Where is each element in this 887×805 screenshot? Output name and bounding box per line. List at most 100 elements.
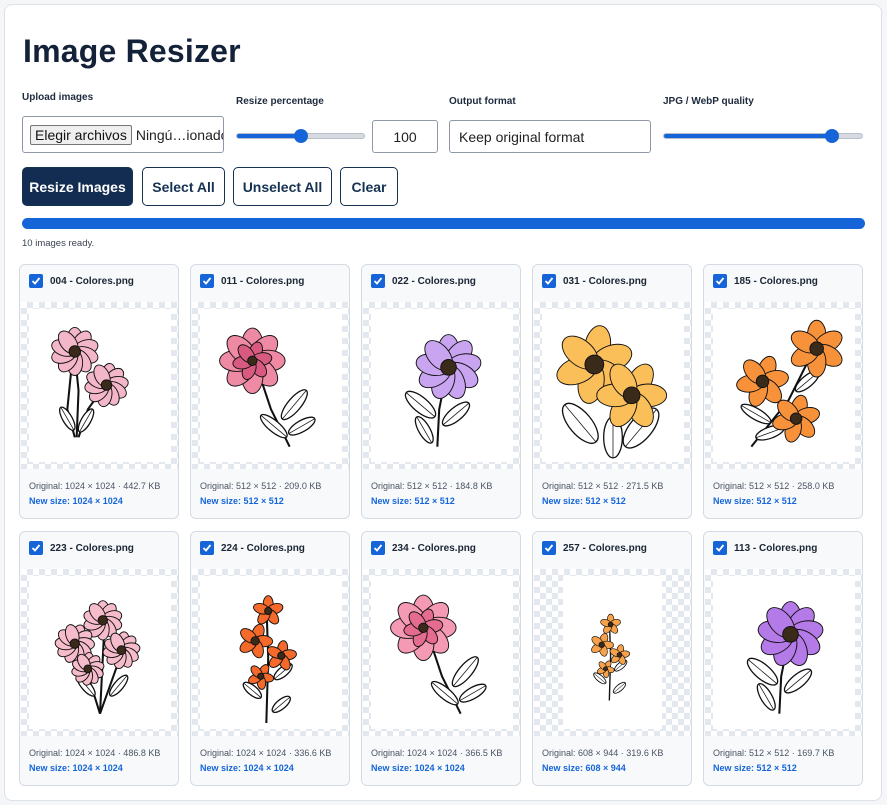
resize-slider-thumb[interactable] — [293, 129, 308, 143]
status-text: 10 images ready. — [22, 238, 95, 249]
quality-slider-thumb[interactable] — [825, 129, 840, 143]
resize-percentage-slider[interactable] — [236, 129, 365, 143]
select-checkbox[interactable] — [29, 541, 43, 555]
file-name: 185 - Colores.png — [734, 276, 818, 287]
resize-percentage-input[interactable]: 100 — [372, 120, 438, 153]
select-checkbox[interactable] — [371, 274, 385, 288]
original-size-text: Original: 512 × 512 · 258.0 KB — [713, 481, 835, 491]
new-size-text: New size: 1024 × 1024 — [200, 763, 294, 773]
file-name: 031 - Colores.png — [563, 276, 647, 287]
flower-illustration — [735, 319, 843, 447]
select-checkbox[interactable] — [542, 541, 556, 555]
flower-illustration — [54, 599, 140, 714]
new-size-text: New size: 512 × 512 — [713, 763, 797, 773]
image-thumbnail — [199, 309, 342, 462]
check-icon — [202, 277, 212, 285]
image-thumbnail — [712, 576, 855, 729]
original-size-text: Original: 512 × 512 · 271.5 KB — [542, 481, 664, 491]
image-preview-area — [705, 569, 862, 736]
new-size-text: New size: 1024 × 1024 — [29, 763, 123, 773]
flower-illustration — [389, 594, 487, 714]
resize-slider-fill — [237, 134, 301, 138]
check-icon — [373, 277, 383, 285]
resize-images-button[interactable]: Resize Images — [22, 167, 133, 206]
image-thumbnail — [370, 576, 513, 729]
check-icon — [373, 544, 383, 552]
select-checkbox[interactable] — [200, 541, 214, 555]
quality-slider[interactable] — [663, 129, 863, 143]
check-icon — [544, 277, 554, 285]
original-size-text: Original: 608 × 944 · 319.6 KB — [542, 748, 664, 758]
new-size-text: New size: 512 × 512 — [200, 496, 284, 506]
image-thumbnail — [541, 309, 684, 462]
file-name: 022 - Colores.png — [392, 276, 476, 287]
original-size-text: Original: 1024 × 1024 · 366.5 KB — [371, 748, 503, 758]
image-card[interactable]: 004 - Colores.png Original: 1024 × 1024 ·… — [19, 264, 179, 519]
image-preview-area — [192, 302, 349, 469]
image-thumbnail — [28, 309, 171, 462]
image-card[interactable]: 022 - Colores.png Original: 512 × 512 · 1… — [361, 264, 521, 519]
resize-percentage-label: Resize percentage — [236, 96, 324, 107]
check-icon — [715, 544, 725, 552]
original-size-text: Original: 512 × 512 · 209.0 KB — [200, 481, 322, 491]
unselect-all-button[interactable]: Unselect All — [233, 167, 332, 206]
image-card[interactable]: 223 - Colores.png Original: 1024 × 1024 ·… — [19, 531, 179, 786]
image-preview-area — [363, 302, 520, 469]
quality-slider-fill — [664, 134, 833, 138]
image-thumbnail — [199, 576, 342, 729]
progress-bar — [22, 218, 865, 229]
file-name: 257 - Colores.png — [563, 543, 647, 554]
image-card[interactable]: 224 - Colores.png Original: 1024 × 1024 ·… — [190, 531, 350, 786]
image-card[interactable]: 257 - Colores.png Original: 608 × 944 · 3… — [532, 531, 692, 786]
upload-label: Upload images — [22, 92, 94, 103]
image-preview-area — [21, 302, 178, 469]
file-name: 223 - Colores.png — [50, 543, 134, 554]
image-thumbnail — [28, 576, 171, 729]
image-card[interactable]: 031 - Colores.png Original: 512 × 512 · 2… — [532, 264, 692, 519]
flower-illustration — [218, 327, 316, 447]
select-checkbox[interactable] — [200, 274, 214, 288]
select-checkbox[interactable] — [542, 274, 556, 288]
select-all-button[interactable]: Select All — [142, 167, 225, 206]
app-panel: Image Resizer Upload images Elegir archi… — [4, 4, 882, 801]
new-size-text: New size: 512 × 512 — [542, 496, 626, 506]
check-icon — [31, 277, 41, 285]
output-format-label: Output format — [449, 96, 516, 107]
check-icon — [202, 544, 212, 552]
file-name: 011 - Colores.png — [221, 276, 305, 287]
image-preview-area — [534, 302, 691, 469]
select-checkbox[interactable] — [29, 274, 43, 288]
file-name: 113 - Colores.png — [734, 543, 818, 554]
original-size-text: Original: 1024 × 1024 · 336.6 KB — [200, 748, 332, 758]
image-preview-area — [21, 569, 178, 736]
file-name: 224 - Colores.png — [221, 543, 305, 554]
new-size-text: New size: 608 × 944 — [542, 763, 626, 773]
image-thumbnail — [563, 576, 662, 729]
quality-label: JPG / WebP quality — [663, 96, 754, 107]
new-size-text: New size: 1024 × 1024 — [371, 763, 465, 773]
image-preview-area — [705, 302, 862, 469]
flower-illustration — [591, 613, 631, 701]
image-thumbnail — [370, 309, 513, 462]
output-format-select[interactable]: Keep original format — [449, 120, 651, 153]
new-size-text: New size: 1024 × 1024 — [29, 496, 123, 506]
new-size-text: New size: 512 × 512 — [371, 496, 455, 506]
file-input[interactable]: Elegir archivos Ningú…ionado — [22, 116, 224, 153]
image-card[interactable]: 113 - Colores.png Original: 512 × 512 · 1… — [703, 531, 863, 786]
choose-files-button[interactable]: Elegir archivos — [30, 124, 132, 145]
file-status: Ningú…ionado — [135, 126, 224, 143]
image-card[interactable]: 185 - Colores.png Original: 512 × 512 · 2… — [703, 264, 863, 519]
original-size-text: Original: 1024 × 1024 · 442.7 KB — [29, 481, 161, 491]
image-card[interactable]: 234 - Colores.png Original: 1024 × 1024 ·… — [361, 531, 521, 786]
original-size-text: Original: 1024 × 1024 · 486.8 KB — [29, 748, 161, 758]
image-preview-area — [363, 569, 520, 736]
original-size-text: Original: 512 × 512 · 169.7 KB — [713, 748, 835, 758]
select-checkbox[interactable] — [713, 274, 727, 288]
file-name: 234 - Colores.png — [392, 543, 476, 554]
clear-button[interactable]: Clear — [340, 167, 398, 206]
flower-illustration — [50, 326, 129, 438]
image-thumbnail — [712, 309, 855, 462]
select-checkbox[interactable] — [713, 541, 727, 555]
select-checkbox[interactable] — [371, 541, 385, 555]
image-card[interactable]: 011 - Colores.png Original: 512 × 512 · 2… — [190, 264, 350, 519]
